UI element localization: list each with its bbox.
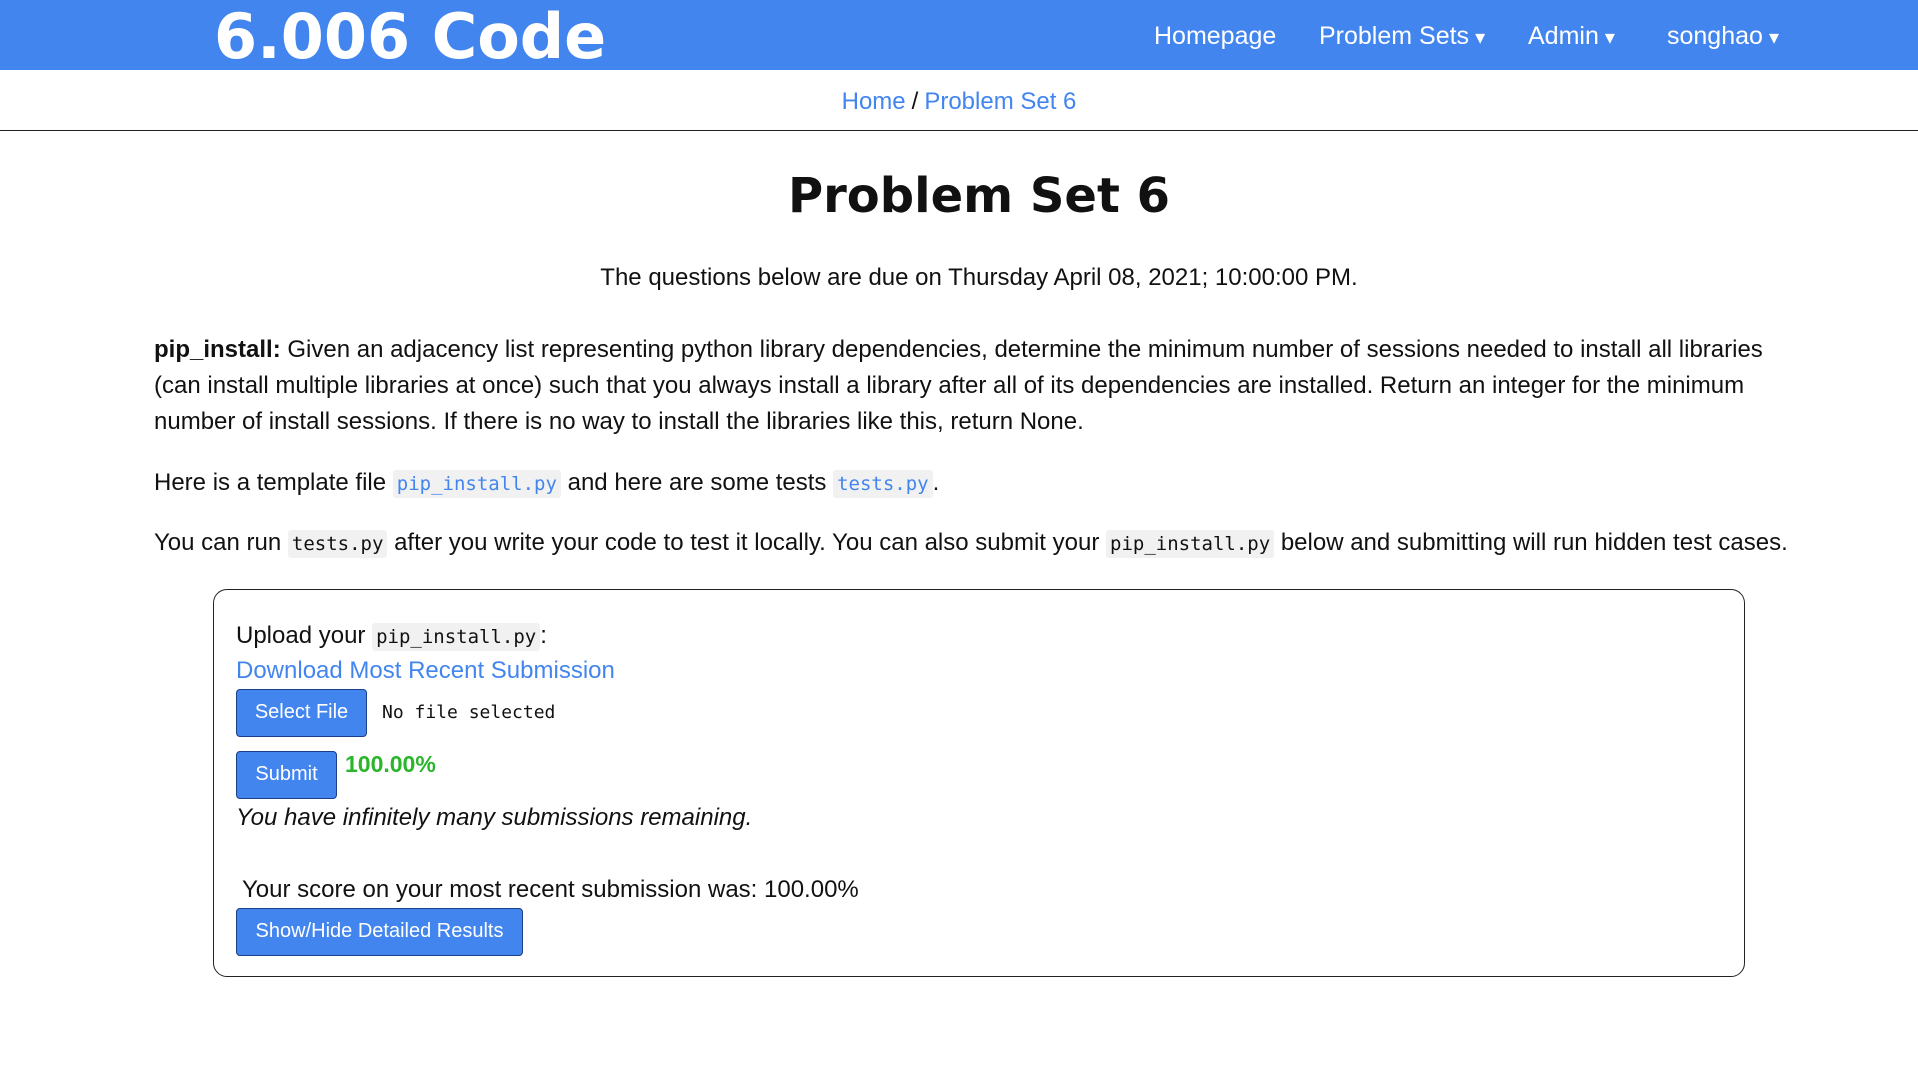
nav-admin[interactable]: Admin ▾ — [1528, 0, 1615, 70]
submissions-remaining-text: You have infinitely many submissions rem… — [236, 804, 753, 831]
recent-score-text: Your score on your most recent submissio… — [242, 876, 859, 903]
problem-name: pip_install: — [154, 336, 281, 363]
nav-homepage-label: Homepage — [1154, 22, 1277, 50]
chevron-down-icon: ▾ — [1604, 27, 1615, 49]
download-recent-submission-link[interactable]: Download Most Recent Submission — [236, 653, 615, 689]
page-title: Problem Set 6 — [787, 168, 1171, 224]
problem-description-text: Given an adjacency list representing pyt… — [154, 336, 1763, 435]
template-prefix: Here is a template file — [154, 469, 393, 496]
upload-prefix: Upload your — [236, 622, 373, 649]
tests-suffix: . — [932, 469, 940, 496]
top-navbar: 6.006 Code Homepage Problem Sets ▾ Admin ▾… — [0, 0, 1918, 72]
breadcrumb: Home / Problem Set 6 — [0, 70, 1918, 131]
nav-homepage[interactable]: Homepage — [1154, 0, 1276, 70]
select-file-button[interactable]: Select File — [236, 689, 367, 737]
run-file-code: tests.py — [287, 530, 388, 558]
chevron-down-icon: ▾ — [1475, 27, 1486, 49]
submit-file-code: pip_install.py — [1106, 530, 1275, 558]
site-brand[interactable]: 6.006 Code — [214, 2, 606, 72]
nav-admin-label: Admin — [1528, 22, 1599, 50]
file-status: No file selected — [382, 702, 556, 723]
submission-panel: Upload your pip_install.py: Download Mos… — [213, 589, 1745, 977]
problem-description: pip_install: Given an adjacency list rep… — [154, 332, 1814, 440]
show-hide-details-button[interactable]: Show/Hide Detailed Results — [236, 908, 523, 956]
chevron-down-icon: ▾ — [1768, 27, 1779, 49]
template-file-link[interactable]: pip_install.py — [392, 470, 561, 498]
breadcrumb-current-link[interactable]: Problem Set 6 — [924, 88, 1076, 115]
tests-mid: and here are some tests — [560, 469, 834, 496]
due-date-text: The questions below are due on Thursday … — [600, 264, 1358, 291]
run-mid: after you write your code to test it loc… — [387, 529, 1106, 556]
score-badge: 100.00% — [345, 751, 436, 777]
upload-label: Upload your pip_install.py: — [236, 618, 547, 655]
template-paragraph: Here is a template file pip_install.py a… — [154, 465, 1814, 502]
upload-file-code: pip_install.py — [372, 623, 541, 651]
nav-user-label: songhao — [1667, 22, 1763, 50]
nav-user-menu[interactable]: songhao ▾ — [1667, 0, 1779, 70]
breadcrumb-separator: / — [911, 88, 919, 115]
upload-suffix: : — [540, 622, 547, 649]
tests-file-link[interactable]: tests.py — [833, 470, 933, 498]
breadcrumb-home-link[interactable]: Home — [842, 88, 906, 115]
run-suffix: below and submitting will run hidden tes… — [1274, 529, 1788, 556]
nav-problem-sets-label: Problem Sets — [1319, 22, 1470, 50]
run-instructions: You can run tests.py after you write you… — [154, 525, 1814, 562]
submit-button[interactable]: Submit — [236, 751, 337, 799]
run-prefix: You can run — [154, 529, 288, 556]
nav-problem-sets[interactable]: Problem Sets ▾ — [1319, 0, 1485, 70]
